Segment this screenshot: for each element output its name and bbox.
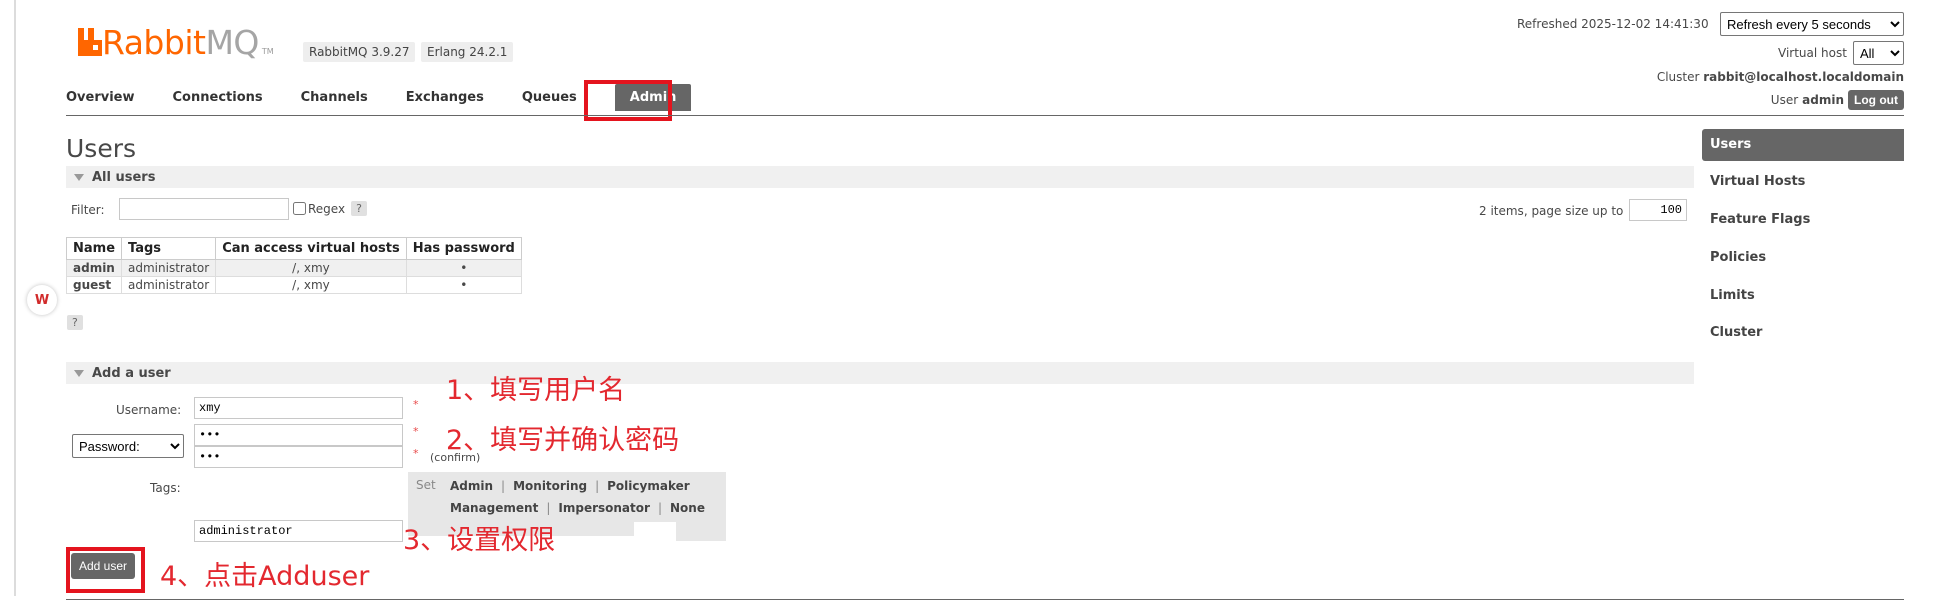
all-users-section-header[interactable]: All users bbox=[66, 166, 1694, 188]
password-input[interactable] bbox=[194, 424, 403, 446]
sidebar-item-policies[interactable]: Policies bbox=[1710, 250, 1766, 265]
user-label: User bbox=[1770, 93, 1799, 107]
rabbitmq-logo-icon bbox=[78, 28, 102, 56]
required-mark: * bbox=[413, 425, 419, 438]
tags-label: Tags: bbox=[150, 481, 181, 495]
logo-trademark: TM bbox=[261, 47, 274, 56]
sidebar-item-cluster[interactable]: Cluster bbox=[1710, 325, 1762, 340]
user-name-link[interactable]: admin bbox=[65, 259, 123, 277]
tags-set-label: Set bbox=[416, 478, 436, 492]
virtual-host-label: Virtual host bbox=[1778, 46, 1847, 60]
table-help-button[interactable]: ? bbox=[67, 315, 83, 330]
regex-label: Regex bbox=[308, 201, 346, 216]
tag-option-impersonator[interactable]: Impersonator bbox=[558, 501, 650, 515]
username-label: Username: bbox=[116, 403, 182, 417]
tag-options-row-1: Admin | Monitoring | Policymaker bbox=[450, 479, 690, 493]
user-tags-cell: administrator bbox=[121, 276, 217, 294]
user-tags-cell: administrator bbox=[121, 259, 217, 277]
sidebar-item-virtual-hosts[interactable]: Virtual Hosts bbox=[1710, 174, 1805, 189]
tab-queues[interactable]: Queues bbox=[522, 86, 577, 109]
regex-option: Regex ? bbox=[293, 201, 367, 216]
add-user-section-header[interactable]: Add a user bbox=[66, 362, 1694, 384]
user-has-password-cell: • bbox=[405, 259, 522, 277]
annotation-step-2: 2、填写并确认密码 bbox=[446, 425, 680, 456]
filter-input[interactable] bbox=[119, 198, 289, 220]
column-header-tags[interactable]: Tags bbox=[121, 237, 217, 260]
column-header-name[interactable]: Name bbox=[65, 237, 123, 260]
current-user-info: User admin Log out bbox=[1771, 90, 1904, 110]
annotation-step-1: 1、填写用户名 bbox=[446, 375, 626, 406]
password-confirm-input[interactable] bbox=[194, 446, 403, 468]
cluster-name: rabbit@localhost.localdomain bbox=[1703, 70, 1904, 84]
virtual-host-select[interactable]: All bbox=[1853, 41, 1904, 65]
tags-input[interactable] bbox=[194, 520, 403, 542]
user-name: admin bbox=[1802, 93, 1845, 107]
regex-help-button[interactable]: ? bbox=[351, 201, 367, 216]
tag-option-policymaker[interactable]: Policymaker bbox=[607, 479, 690, 493]
tag-option-management[interactable]: Management bbox=[450, 501, 538, 515]
logo-wordmark: RabbitMQ bbox=[102, 23, 259, 62]
tag-option-none[interactable]: None bbox=[670, 501, 705, 515]
nav-divider bbox=[66, 115, 1904, 116]
collapse-triangle-icon bbox=[74, 173, 84, 181]
pagination-label: 2 items, page size up to bbox=[1479, 204, 1624, 218]
tag-option-admin[interactable]: Admin bbox=[450, 479, 493, 493]
refresh-interval-select[interactable]: Refresh every 5 seconds bbox=[1720, 12, 1904, 36]
rabbitmq-logo: RabbitMQ TM bbox=[78, 22, 274, 62]
table-row: admin administrator /, xmy • bbox=[65, 259, 522, 277]
add-user-button[interactable]: Add user bbox=[71, 553, 136, 579]
rabbitmq-version-badge: RabbitMQ 3.9.27 bbox=[303, 42, 416, 62]
collapse-triangle-icon bbox=[74, 369, 84, 377]
user-name-link[interactable]: guest bbox=[65, 276, 123, 294]
annotation-step-4: 4、点击Adduser bbox=[160, 561, 370, 592]
regex-checkbox[interactable] bbox=[293, 202, 306, 215]
cluster-label: Cluster bbox=[1656, 70, 1700, 84]
filter-label: Filter: bbox=[71, 203, 105, 217]
tag-options-row-2: Management | Impersonator | None bbox=[450, 501, 705, 515]
user-has-password-cell: • bbox=[405, 276, 522, 294]
required-mark: * bbox=[413, 447, 419, 460]
username-input[interactable] bbox=[194, 397, 403, 419]
tab-exchanges[interactable]: Exchanges bbox=[406, 86, 484, 109]
all-users-label: All users bbox=[92, 169, 156, 185]
page-size-input[interactable] bbox=[1629, 199, 1687, 221]
sidebar-item-users[interactable]: Users bbox=[1702, 129, 1904, 161]
tag-option-monitoring[interactable]: Monitoring bbox=[513, 479, 587, 493]
tag-shortcuts-panel-bottom-right bbox=[676, 520, 726, 541]
required-mark: * bbox=[413, 398, 419, 411]
user-vhosts-cell: /, xmy bbox=[215, 276, 407, 294]
table-header-row: Name Tags Can access virtual hosts Has p… bbox=[65, 237, 522, 260]
user-vhosts-cell: /, xmy bbox=[215, 259, 407, 277]
column-header-vhosts: Can access virtual hosts bbox=[215, 237, 407, 260]
logout-button[interactable]: Log out bbox=[1848, 90, 1904, 110]
add-user-label: Add a user bbox=[92, 365, 171, 381]
tab-connections[interactable]: Connections bbox=[173, 86, 263, 109]
sidebar-item-feature-flags[interactable]: Feature Flags bbox=[1710, 212, 1810, 227]
users-table: Name Tags Can access virtual hosts Has p… bbox=[65, 237, 522, 294]
tab-overview[interactable]: Overview bbox=[66, 86, 135, 109]
sidebar-item-limits[interactable]: Limits bbox=[1710, 288, 1755, 303]
tab-channels[interactable]: Channels bbox=[301, 86, 368, 109]
annotation-step-3: 3、设置权限 bbox=[403, 525, 556, 556]
page-left-border bbox=[14, 0, 16, 596]
refreshed-timestamp: Refreshed 2025-12-02 14:41:30 bbox=[1517, 17, 1709, 31]
erlang-version-badge: Erlang 24.2.1 bbox=[421, 42, 514, 62]
page-title: Users bbox=[66, 134, 137, 163]
table-row: guest administrator /, xmy • bbox=[65, 276, 522, 294]
cluster-info: Cluster rabbit@localhost.localdomain bbox=[1657, 70, 1904, 84]
wps-logo-icon[interactable]: W bbox=[27, 285, 57, 315]
column-header-has-password: Has password bbox=[405, 237, 522, 260]
password-mode-select[interactable]: Password: bbox=[72, 434, 184, 458]
